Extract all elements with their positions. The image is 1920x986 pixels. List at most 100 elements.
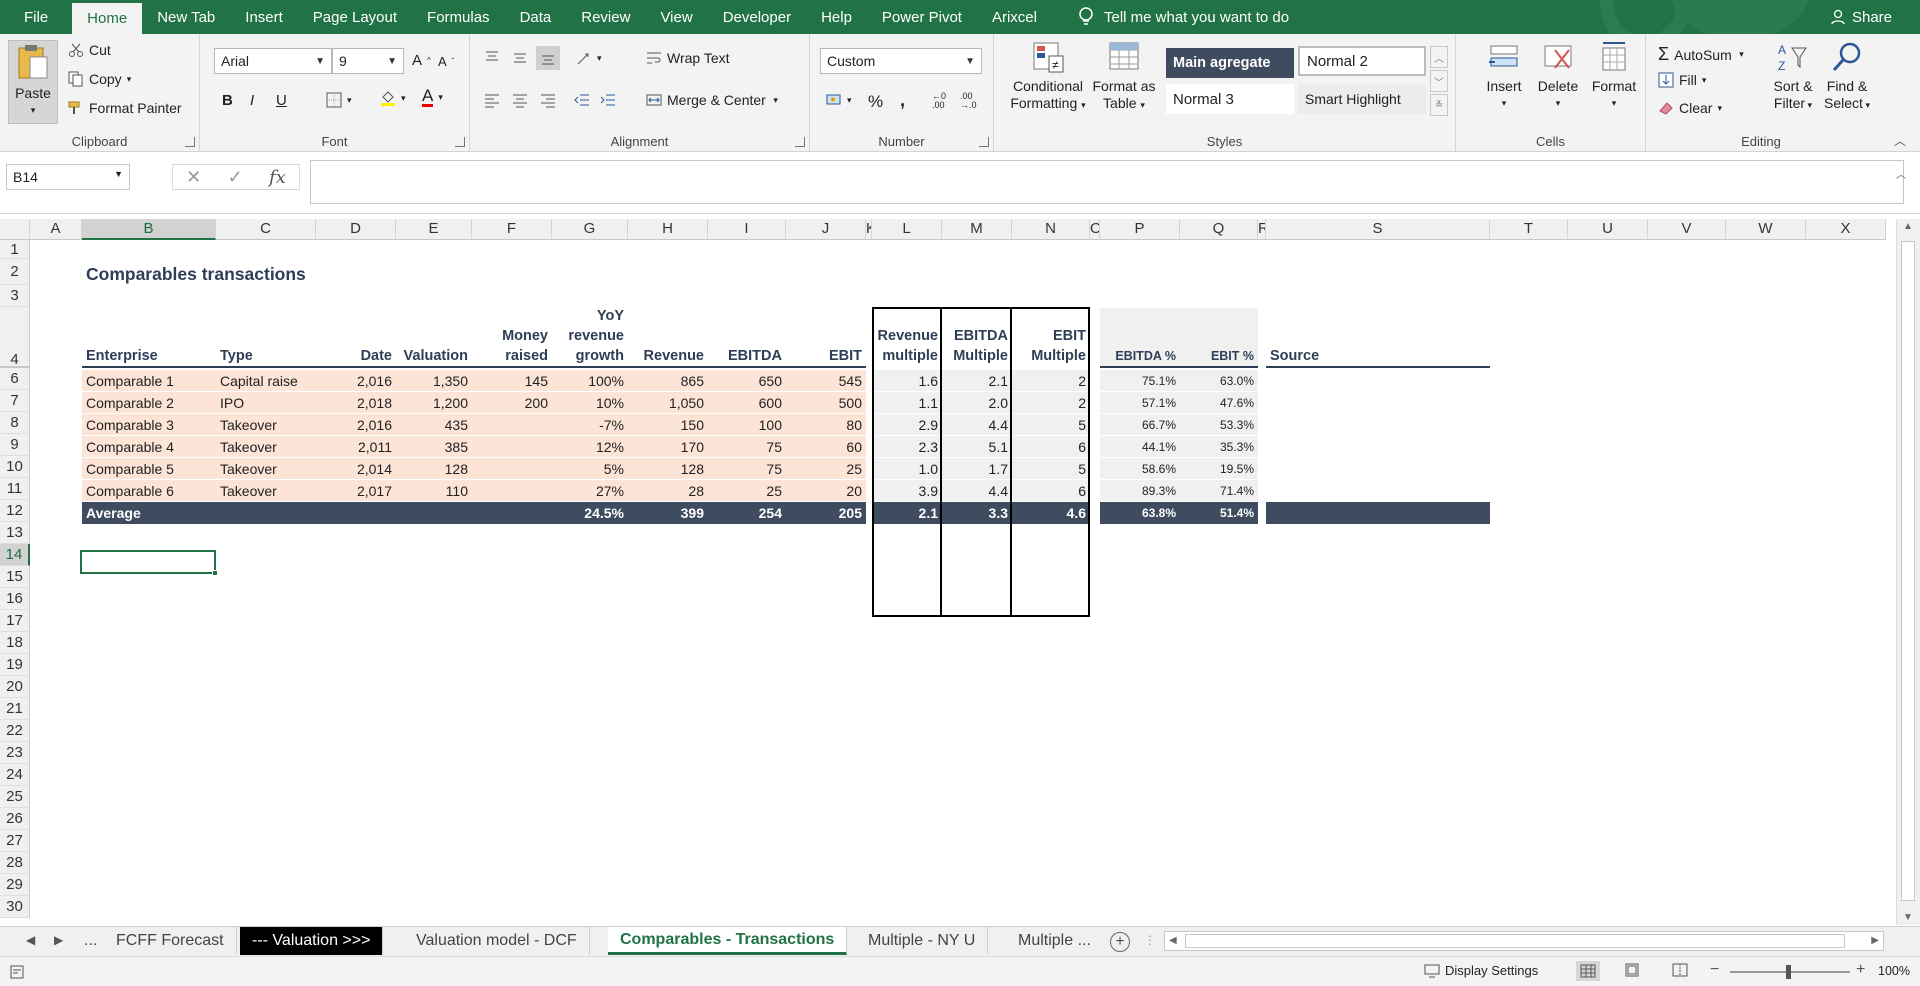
row-header[interactable]: 10 [0, 456, 30, 478]
column-header[interactable]: I [708, 219, 786, 240]
select-all-corner[interactable] [0, 219, 30, 240]
dialog-launcher-icon[interactable] [455, 137, 465, 147]
table-cell[interactable]: 10% [552, 392, 628, 413]
scroll-right-icon[interactable]: ▶ [1871, 935, 1879, 946]
column-header[interactable]: J [786, 219, 866, 240]
autosum-button[interactable]: Σ AutoSum ▾ [1658, 44, 1744, 65]
row-header[interactable]: 26 [0, 808, 30, 830]
table-cell[interactable]: 89.3% [1100, 480, 1180, 501]
table-cell[interactable]: 2,018 [316, 392, 396, 413]
average-label[interactable]: Average [82, 502, 216, 524]
column-header[interactable]: O [1090, 219, 1100, 240]
style-normal-2[interactable]: Normal 2 [1298, 46, 1426, 76]
underline-button[interactable]: U [276, 92, 287, 109]
scroll-down-icon[interactable]: ▼ [1903, 912, 1913, 923]
bottom-align-button[interactable] [536, 46, 560, 70]
column-header[interactable]: H [628, 219, 708, 240]
column-header[interactable]: F [472, 219, 552, 240]
collapse-ribbon-button[interactable]: ︿ [1894, 132, 1906, 149]
column-header[interactable]: D [316, 219, 396, 240]
table-cell[interactable]: 57.1% [1100, 392, 1180, 413]
sheet-tab-valuation[interactable]: --- Valuation >>> [240, 927, 384, 955]
next-sheet-icon[interactable]: ▶ [54, 933, 63, 947]
cancel-icon[interactable]: ✕ [186, 167, 201, 188]
table-cell[interactable]: 865 [628, 370, 708, 391]
table-cell[interactable]: 2,011 [316, 436, 396, 457]
table-cell[interactable]: 500 [786, 392, 866, 413]
table-cell[interactable]: Comparable 4 [82, 436, 216, 457]
selected-cell-b14[interactable] [80, 550, 216, 574]
column-header[interactable]: P [1100, 219, 1180, 240]
row-header[interactable]: 11 [0, 478, 30, 500]
table-cell[interactable]: 25 [708, 480, 786, 501]
row-header[interactable]: 14 [0, 544, 30, 566]
column-header[interactable]: R [1258, 219, 1266, 240]
row-header[interactable]: 3 [0, 285, 30, 307]
align-left-button[interactable] [484, 92, 500, 108]
column-header[interactable]: L [872, 219, 942, 240]
row-header[interactable]: 27 [0, 830, 30, 852]
table-cell[interactable]: 100% [552, 370, 628, 391]
bold-button[interactable]: B [222, 92, 233, 109]
column-header[interactable]: T [1490, 219, 1568, 240]
row-header[interactable]: 13 [0, 522, 30, 544]
table-cell[interactable]: 650 [708, 370, 786, 391]
row-header[interactable]: 17 [0, 610, 30, 632]
table-cell[interactable]: 28 [628, 480, 708, 501]
table-cell[interactable]: 12% [552, 436, 628, 457]
table-cell[interactable]: 1,200 [396, 392, 472, 413]
tab-insert[interactable]: Insert [230, 0, 298, 34]
row-header[interactable]: 2 [0, 259, 30, 285]
table-cell[interactable]: Capital raise [216, 370, 316, 391]
column-header[interactable]: V [1648, 219, 1726, 240]
row-header[interactable]: 21 [0, 698, 30, 720]
average-cell[interactable]: 205 [786, 502, 866, 524]
tab-help[interactable]: Help [806, 0, 867, 34]
table-cell[interactable]: 2,017 [316, 480, 396, 501]
share-button[interactable]: Share [1830, 0, 1920, 34]
sheet-tab-valuation-dcf[interactable]: Valuation model - DCF [404, 927, 590, 955]
number-format-combo[interactable]: Custom ▼ [820, 48, 982, 74]
grow-font-button[interactable]: A ^ [412, 52, 431, 69]
comma-button[interactable]: , [900, 90, 905, 111]
table-cell[interactable] [472, 480, 552, 501]
style-smart-highlight[interactable]: Smart Highlight [1298, 84, 1426, 114]
tell-me-search[interactable]: Tell me what you want to do [1052, 0, 1289, 34]
column-header[interactable]: E [396, 219, 472, 240]
row-header[interactable]: 19 [0, 654, 30, 676]
table-cell[interactable]: 600 [708, 392, 786, 413]
macro-record-icon[interactable] [10, 965, 24, 979]
middle-align-button[interactable] [512, 50, 528, 66]
table-cell[interactable]: 71.4% [1180, 480, 1258, 501]
tab-formulas[interactable]: Formulas [412, 0, 505, 34]
accounting-format-button[interactable]: ▾ [826, 92, 852, 108]
prev-sheet-icon[interactable]: ◀ [26, 933, 35, 947]
styles-scroll-up[interactable]: ︿ [1430, 46, 1448, 68]
table-cell[interactable]: 80 [786, 414, 866, 435]
tab-page-layout[interactable]: Page Layout [298, 0, 412, 34]
format-as-table-button[interactable]: Format as Table ▾ [1092, 40, 1156, 114]
decrease-indent-button[interactable] [574, 92, 590, 108]
conditional-formatting-button[interactable]: ≠ Conditional Formatting ▾ [1006, 40, 1090, 114]
table-cell[interactable]: 27% [552, 480, 628, 501]
row-header[interactable]: 8 [0, 412, 30, 434]
sheet-tab-multiple-ny-u[interactable]: Multiple - NY U [856, 927, 989, 955]
column-header[interactable]: X [1806, 219, 1886, 240]
tab-file[interactable]: File [0, 0, 72, 34]
table-cell[interactable]: 47.6% [1180, 392, 1258, 413]
table-cell[interactable]: 25 [786, 458, 866, 479]
fill-handle[interactable] [212, 570, 218, 576]
delete-cells-button[interactable]: Delete ▾ [1530, 40, 1586, 112]
row-header[interactable]: 7 [0, 390, 30, 412]
table-cell[interactable]: 58.6% [1100, 458, 1180, 479]
fill-color-button[interactable]: ▾ [380, 90, 406, 106]
table-cell[interactable]: 2,016 [316, 370, 396, 391]
column-header[interactable]: A [30, 219, 82, 240]
sheet-tab-multiple-more[interactable]: Multiple ... [1006, 927, 1103, 955]
table-cell[interactable]: 60 [786, 436, 866, 457]
column-header[interactable]: S [1266, 219, 1490, 240]
table-cell[interactable]: 435 [396, 414, 472, 435]
zoom-slider-thumb[interactable] [1786, 965, 1791, 979]
table-cell[interactable]: 545 [786, 370, 866, 391]
row-header[interactable]: 1 [0, 240, 30, 259]
